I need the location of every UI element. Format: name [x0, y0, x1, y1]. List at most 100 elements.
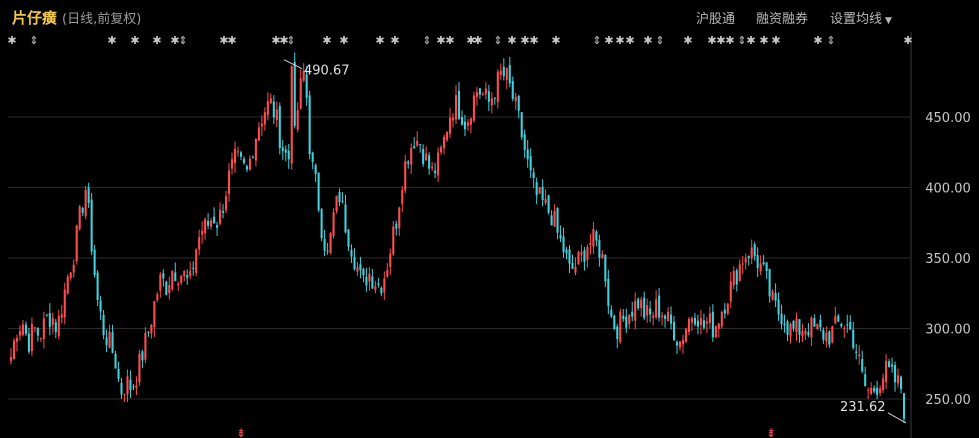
candle-body — [156, 294, 159, 300]
event-marker-icon: ✱ — [130, 34, 139, 47]
candle-body — [287, 150, 290, 160]
candle-body — [687, 318, 691, 332]
candle-body — [568, 249, 571, 264]
candle-body — [174, 272, 177, 282]
candle-body — [371, 276, 374, 289]
event-marker-icon: ⇕ — [178, 34, 187, 47]
candle-body — [756, 254, 759, 268]
candle-body — [183, 271, 186, 277]
candle-body — [192, 267, 195, 269]
candle-body — [51, 318, 54, 325]
candle-body — [586, 247, 589, 260]
candle-body — [792, 320, 795, 329]
candle-body — [18, 331, 22, 336]
candle-body — [219, 209, 222, 224]
candle-body — [738, 264, 741, 281]
event-marker-icon: ✱ — [339, 34, 348, 47]
candle-body — [625, 316, 628, 328]
candle-body — [664, 315, 667, 319]
candle-body — [132, 386, 135, 388]
candle-body — [87, 187, 90, 203]
candle-body — [239, 152, 243, 157]
candle-body — [819, 319, 822, 328]
candle-body — [281, 147, 284, 152]
candle-body — [768, 269, 771, 297]
candle-body — [589, 243, 592, 246]
bottom-marker-icon: ⇟ — [766, 426, 776, 438]
candle-body — [649, 308, 652, 315]
candle-body — [144, 332, 147, 360]
min-price-label: 231.62 — [840, 400, 886, 415]
candle-body — [804, 330, 807, 335]
candle-body — [275, 109, 278, 121]
candle-body — [508, 65, 511, 84]
candle-body — [744, 258, 747, 263]
candle-body — [705, 321, 708, 324]
candle-body — [873, 387, 876, 392]
candle-body — [747, 255, 750, 258]
candle-body — [386, 269, 389, 277]
candle-body — [759, 263, 762, 272]
candle-body — [741, 263, 744, 265]
candle-body — [24, 324, 27, 334]
candle-body — [21, 324, 24, 335]
candle-body — [341, 200, 344, 202]
candle-body — [443, 136, 446, 149]
candle-body — [675, 342, 679, 346]
candle-body — [466, 122, 470, 126]
candle-body — [27, 333, 30, 352]
candle-body — [729, 281, 732, 302]
annotations: 490.67 231.62 — [283, 59, 907, 424]
candle-body — [726, 303, 729, 314]
candle-body — [395, 223, 398, 229]
candle-body — [652, 315, 655, 318]
candle-body — [141, 351, 144, 361]
candle-body — [204, 219, 207, 234]
candle-body — [840, 324, 843, 327]
candle-body — [236, 151, 240, 153]
candle-body — [619, 311, 622, 342]
event-marker-icon: ✱ — [615, 34, 624, 47]
candle-body — [344, 204, 347, 233]
candle-body — [317, 172, 320, 211]
candle-body — [463, 121, 467, 130]
candle-body — [320, 209, 323, 239]
candle-body — [852, 329, 855, 348]
candle-body — [431, 166, 434, 169]
candle-body — [428, 155, 431, 169]
price-chart[interactable]: ✱ ⇕ ✱ ✱ ✱ ✱⇕ ✱✱ ✱✱⇕ ✱ ✱ ✱ ✱ ⇕ ✱ ✱ ✱✱ ⇕ ✱ ✱ ✱ ✱ ⇕ ✱ ✱ ✱ ✱ ⇕ ✱ ✱ ✱ ✱ ⇕ ✱ ✱ ✱… — [0, 0, 979, 438]
candle-body — [774, 293, 777, 301]
candle-body — [254, 138, 257, 161]
candle-body — [93, 249, 96, 275]
candle-body — [490, 98, 493, 106]
event-marker-icon: ✱ — [436, 34, 445, 47]
candle-body — [786, 321, 789, 335]
candle-body — [269, 98, 272, 104]
candle-body — [723, 309, 726, 314]
candle-body — [434, 170, 437, 174]
event-marker-icon: ✱ — [507, 34, 516, 47]
candle-body — [535, 182, 538, 196]
candle-body — [45, 315, 48, 317]
candle-body — [365, 276, 368, 286]
candle-body — [861, 358, 864, 372]
candle-body — [374, 286, 377, 290]
candle-body — [389, 253, 392, 267]
candle-body — [440, 147, 443, 153]
candle-body — [266, 101, 269, 116]
candle-body — [580, 252, 583, 255]
candle-body — [699, 318, 702, 325]
event-marker-icon: ✱ — [771, 34, 780, 47]
candle-body — [882, 378, 885, 391]
candle-body — [216, 225, 219, 228]
candle-body — [454, 94, 458, 120]
candle-body — [658, 295, 661, 318]
candle-body — [332, 212, 335, 236]
candle-body — [12, 340, 16, 360]
candle-body — [598, 240, 601, 258]
event-marker-icon: ⇕ — [29, 34, 38, 47]
candle-body — [120, 382, 123, 395]
candle-body — [888, 361, 891, 368]
candle-body — [550, 215, 553, 226]
candle-body — [189, 270, 192, 277]
